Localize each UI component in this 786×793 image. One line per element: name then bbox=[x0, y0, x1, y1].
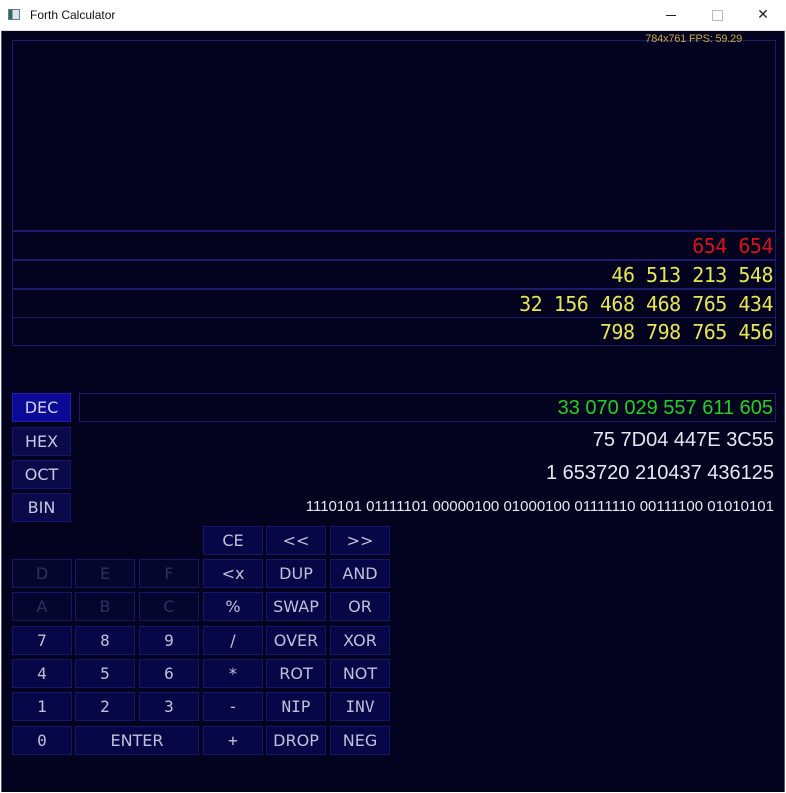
key-multiply[interactable]: * bbox=[203, 659, 263, 688]
key-0[interactable]: 0 bbox=[12, 726, 72, 755]
key-or[interactable]: OR bbox=[330, 592, 390, 621]
mode-hex-button[interactable]: HEX bbox=[12, 427, 71, 456]
close-button[interactable]: ✕ bbox=[740, 0, 786, 30]
key-add[interactable]: + bbox=[203, 726, 263, 755]
key-9[interactable]: 9 bbox=[139, 626, 199, 655]
fps-readout: 784x761 FPS: 59.29 bbox=[645, 33, 742, 45]
key-f[interactable]: F bbox=[139, 559, 199, 588]
history-panel bbox=[12, 40, 776, 231]
key-and[interactable]: AND bbox=[330, 559, 390, 588]
mode-oct-button[interactable]: OCT bbox=[12, 460, 71, 489]
display-dec: 33 070 029 557 611 605 bbox=[79, 393, 776, 422]
key-5[interactable]: 5 bbox=[75, 659, 135, 688]
key-xor[interactable]: XOR bbox=[330, 626, 390, 655]
calculator-canvas: 784x761 FPS: 59.29 654 654 46 513 213 54… bbox=[1, 31, 785, 792]
key-2[interactable]: 2 bbox=[75, 692, 135, 721]
maximize-icon bbox=[711, 9, 723, 21]
key-a[interactable]: A bbox=[12, 592, 72, 621]
key-drop[interactable]: DROP bbox=[266, 726, 326, 755]
maximize-button[interactable] bbox=[694, 0, 740, 30]
mode-bin-button[interactable]: BIN bbox=[12, 493, 71, 522]
key-c[interactable]: C bbox=[139, 592, 199, 621]
key-enter[interactable]: ENTER bbox=[75, 726, 199, 755]
key-3[interactable]: 3 bbox=[139, 692, 199, 721]
key-backspace[interactable]: <x bbox=[203, 559, 263, 588]
display-oct: 1 653720 210437 436125 bbox=[545, 462, 774, 484]
minimize-icon bbox=[666, 14, 676, 16]
mode-dec-button[interactable]: DEC bbox=[12, 393, 71, 422]
key-4[interactable]: 4 bbox=[12, 659, 72, 688]
stack-row: 46 513 213 548 bbox=[12, 260, 776, 289]
key-divide[interactable]: / bbox=[203, 626, 263, 655]
key-modulo[interactable]: % bbox=[203, 592, 263, 621]
key-shift-right[interactable]: >> bbox=[330, 526, 390, 555]
key-not[interactable]: NOT bbox=[330, 659, 390, 688]
display-hex: 75 7D04 447E 3C55 bbox=[592, 429, 774, 451]
key-swap[interactable]: SWAP bbox=[266, 592, 326, 621]
stack-row: 798 798 765 456 bbox=[12, 317, 776, 346]
key-subtract[interactable]: - bbox=[203, 692, 263, 721]
key-inv[interactable]: INV bbox=[330, 692, 390, 721]
key-neg[interactable]: NEG bbox=[330, 726, 390, 755]
key-nip[interactable]: NIP bbox=[266, 692, 326, 721]
key-6[interactable]: 6 bbox=[139, 659, 199, 688]
stack-row: 654 654 bbox=[12, 231, 776, 260]
app-icon bbox=[8, 9, 20, 20]
key-shift-left[interactable]: << bbox=[266, 526, 326, 555]
minimize-button[interactable] bbox=[648, 0, 694, 30]
key-7[interactable]: 7 bbox=[12, 626, 72, 655]
key-rot[interactable]: ROT bbox=[266, 659, 326, 688]
key-e[interactable]: E bbox=[75, 559, 135, 588]
key-ce[interactable]: CE bbox=[203, 526, 263, 555]
key-1[interactable]: 1 bbox=[12, 692, 72, 721]
stack-row: 32 156 468 468 765 434 bbox=[12, 289, 776, 318]
key-b[interactable]: B bbox=[75, 592, 135, 621]
key-over[interactable]: OVER bbox=[266, 626, 326, 655]
close-icon: ✕ bbox=[757, 7, 769, 23]
display-bin: 1110101 01111101 00000100 01000100 01111… bbox=[305, 498, 774, 515]
key-dup[interactable]: DUP bbox=[266, 559, 326, 588]
window-title: Forth Calculator bbox=[30, 8, 116, 22]
key-d[interactable]: D bbox=[12, 559, 72, 588]
key-8[interactable]: 8 bbox=[75, 626, 135, 655]
title-bar: Forth Calculator ✕ bbox=[0, 0, 786, 31]
